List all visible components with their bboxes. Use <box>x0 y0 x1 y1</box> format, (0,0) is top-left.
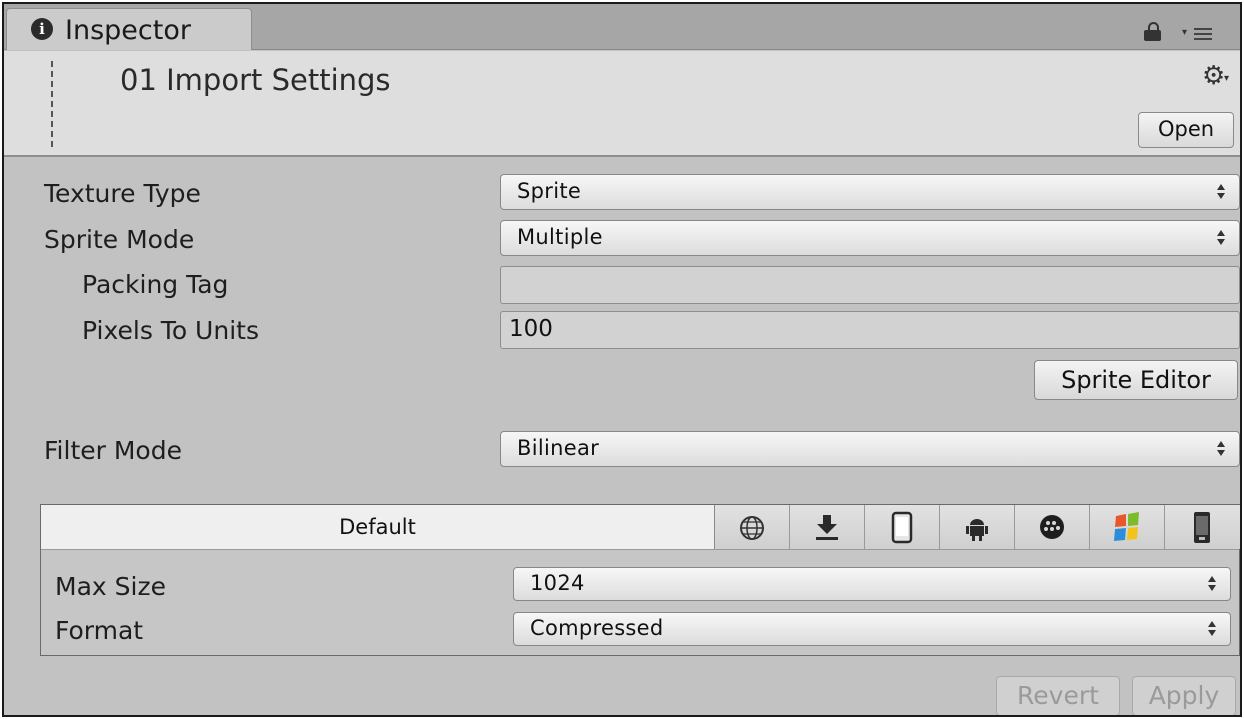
platform-settings-panel: Default Max Size 1024 Format Compressed <box>40 504 1240 656</box>
tab-label: Inspector <box>65 15 191 46</box>
revert-button[interactable]: Revert <box>996 676 1120 715</box>
blackberry-icon <box>1040 515 1064 539</box>
inspector-window: i Inspector ▾ 01 Import Settings ⚙ ▾ Open… <box>2 2 1242 717</box>
max-size-value: 1024 <box>530 571 585 595</box>
filter-mode-label: Filter Mode <box>44 436 182 465</box>
texture-type-dropdown[interactable]: Sprite <box>500 174 1240 210</box>
tab-blackberry[interactable] <box>1015 505 1090 549</box>
phone-icon <box>891 511 913 544</box>
texture-type-label: Texture Type <box>44 179 201 208</box>
apply-button[interactable]: Apply <box>1132 676 1236 715</box>
tab-bar: i Inspector ▾ <box>4 4 1240 50</box>
filter-mode-dropdown[interactable]: Bilinear <box>500 431 1240 467</box>
sprite-mode-dropdown[interactable]: Multiple <box>500 220 1240 256</box>
pixels-to-units-label: Pixels To Units <box>82 316 259 345</box>
asset-title: 01 Import Settings <box>120 63 391 97</box>
dropdown-arrows-icon <box>1217 438 1227 460</box>
packing-tag-field[interactable] <box>500 266 1240 304</box>
format-value: Compressed <box>530 616 664 640</box>
sprite-mode-value: Multiple <box>517 225 603 249</box>
tab-standalone[interactable] <box>790 505 865 549</box>
download-icon <box>816 515 838 540</box>
texture-type-value: Sprite <box>517 179 582 203</box>
sprite-editor-button[interactable]: Sprite Editor <box>1034 360 1238 400</box>
filter-mode-value: Bilinear <box>517 436 600 460</box>
gear-icon[interactable]: ⚙ ▾ <box>1202 61 1234 91</box>
asset-header: 01 Import Settings ⚙ ▾ Open <box>4 51 1240 157</box>
info-icon: i <box>31 18 53 40</box>
tab-android[interactable] <box>940 505 1015 549</box>
pixels-to-units-field[interactable]: 100 <box>500 311 1240 349</box>
platform-settings-body: Max Size 1024 Format Compressed <box>41 549 1239 655</box>
sprite-mode-label: Sprite Mode <box>44 225 195 254</box>
pixels-to-units-value: 100 <box>509 316 553 342</box>
dropdown-arrows-icon <box>1217 181 1227 203</box>
format-dropdown[interactable]: Compressed <box>513 612 1231 646</box>
lock-icon[interactable] <box>1144 22 1164 41</box>
dropdown-arrows-icon <box>1217 227 1227 249</box>
platform-tabs: Default <box>41 505 1240 549</box>
open-button[interactable]: Open <box>1138 112 1234 148</box>
tab-ios[interactable] <box>865 505 940 549</box>
dropdown-arrows-icon <box>1208 618 1218 640</box>
tab-default[interactable]: Default <box>41 505 715 549</box>
globe-icon <box>740 516 764 540</box>
tab-web[interactable] <box>715 505 790 549</box>
dropdown-arrows-icon <box>1208 573 1218 595</box>
tab-windows-phone[interactable] <box>1165 505 1240 549</box>
windows-phone-icon <box>1194 512 1210 543</box>
windows-icon <box>1114 512 1139 541</box>
android-icon <box>966 519 988 541</box>
format-label: Format <box>55 616 144 645</box>
tab-windows-store[interactable] <box>1090 505 1165 549</box>
menu-icon[interactable]: ▾ <box>1182 26 1218 42</box>
tab-inspector[interactable]: i Inspector <box>6 8 252 50</box>
asset-thumbnail <box>51 61 65 147</box>
max-size-label: Max Size <box>55 572 166 601</box>
packing-tag-label: Packing Tag <box>82 270 229 299</box>
max-size-dropdown[interactable]: 1024 <box>513 567 1231 601</box>
